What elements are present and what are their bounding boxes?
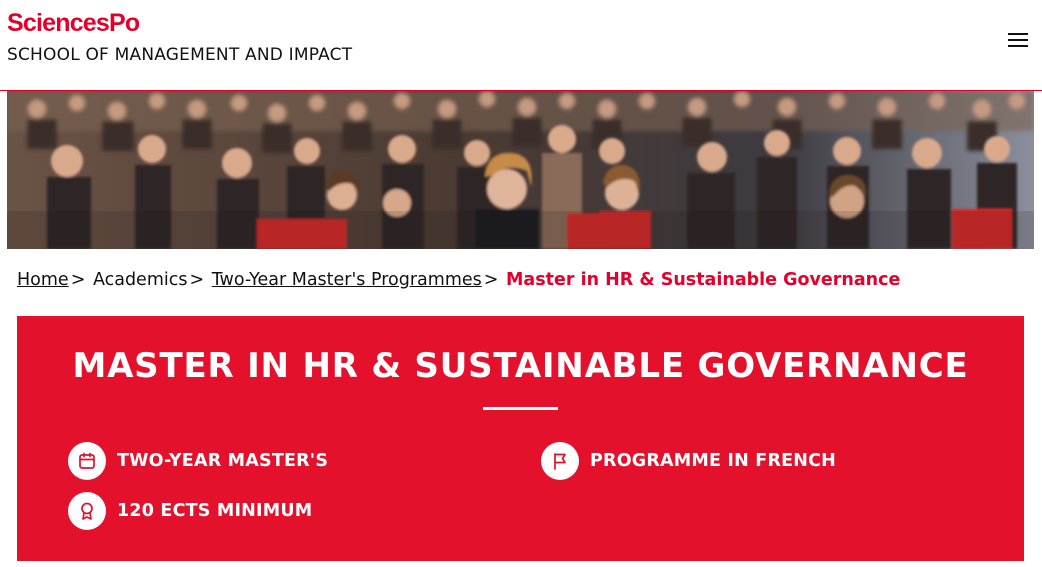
calendar-icon	[68, 442, 106, 480]
award-ribbon-icon	[68, 492, 106, 530]
feature-duration: TWO-YEAR MASTER'S	[68, 442, 328, 480]
hamburger-menu-icon[interactable]	[1006, 31, 1030, 51]
flag-icon	[541, 442, 579, 480]
hero-image	[7, 91, 1034, 249]
menu-bar	[1008, 39, 1028, 41]
site-header: SciencesPo SCHOOL OF MANAGEMENT AND IMPA…	[0, 0, 1042, 91]
title-underline	[483, 407, 558, 410]
feature-label: 120 ECTS MINIMUM	[117, 501, 313, 521]
breadcrumb-academics: Academics	[92, 270, 188, 290]
breadcrumb-separator: >	[189, 270, 205, 290]
breadcrumb-separator: >	[70, 270, 86, 290]
breadcrumb-programmes-link[interactable]: Two-Year Master's Programmes	[212, 270, 482, 290]
feature-language: PROGRAMME IN FRENCH	[541, 442, 836, 480]
feature-credits: 120 ECTS MINIMUM	[68, 492, 312, 530]
programme-title: MASTER IN HR & SUSTAINABLE GOVERNANCE	[72, 346, 969, 386]
breadcrumb-home-link[interactable]: Home	[17, 270, 69, 290]
menu-bar	[1008, 33, 1028, 35]
programme-banner: MASTER IN HR & SUSTAINABLE GOVERNANCE TW…	[17, 316, 1024, 561]
sciencespo-logo[interactable]: SciencesPo	[7, 9, 140, 38]
school-name[interactable]: SCHOOL OF MANAGEMENT AND IMPACT	[7, 45, 352, 65]
feature-label: PROGRAMME IN FRENCH	[590, 451, 837, 471]
lecture-hall-photo	[7, 91, 1034, 249]
menu-bar	[1008, 45, 1028, 47]
breadcrumb: Home > Academics > Two-Year Master's Progr…	[17, 270, 900, 290]
breadcrumb-current-page: Master in HR & Sustainable Governance	[506, 270, 901, 290]
breadcrumb-separator: >	[483, 270, 499, 290]
feature-label: TWO-YEAR MASTER'S	[117, 451, 329, 471]
